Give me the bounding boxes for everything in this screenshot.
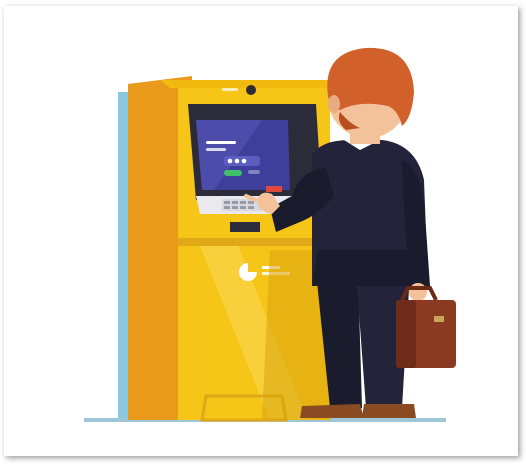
atm-illustration — [4, 6, 520, 458]
atm-top-cap — [160, 80, 330, 88]
briefcase-icon — [396, 286, 456, 368]
ear — [328, 95, 340, 113]
screen-pin-dots — [224, 156, 260, 166]
illustration-frame — [0, 0, 526, 464]
card-slot-icon[interactable] — [230, 222, 260, 232]
screen-text-line — [206, 141, 236, 144]
screen-text-line-2 — [206, 148, 226, 151]
card-reader-light — [266, 186, 282, 192]
right-shoe — [362, 404, 416, 418]
screen-text-line-3 — [248, 170, 260, 174]
atm-ledge — [178, 238, 330, 246]
holding-hand — [409, 283, 427, 301]
left-shoe — [300, 404, 364, 418]
screen-ok-button[interactable] — [224, 170, 242, 176]
